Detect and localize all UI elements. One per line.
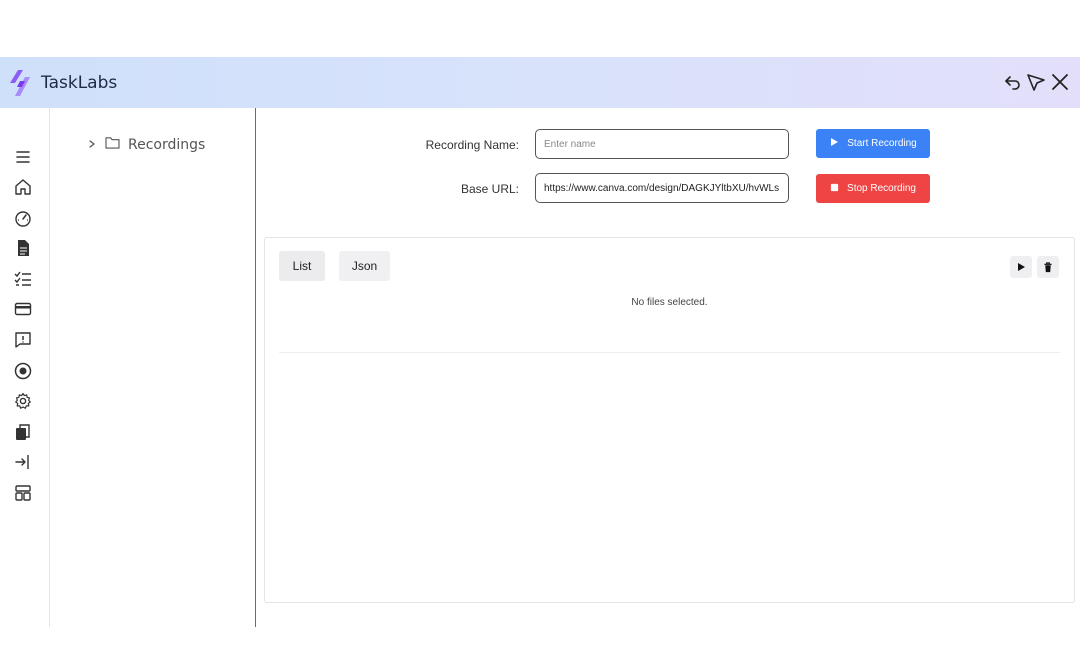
- recording-name-label: Recording Name:: [425, 138, 519, 152]
- card-icon[interactable]: [14, 300, 34, 320]
- dashboard-gauge-icon[interactable]: [14, 209, 34, 229]
- stop-icon: [830, 183, 839, 195]
- start-recording-button[interactable]: Start Recording: [816, 129, 930, 158]
- tab-list[interactable]: List: [279, 251, 325, 281]
- undo-icon[interactable]: [1003, 72, 1023, 92]
- home-icon[interactable]: [14, 178, 34, 198]
- copy-icon[interactable]: [14, 423, 34, 443]
- app-title: TaskLabs: [41, 73, 118, 93]
- stop-recording-button[interactable]: Stop Recording: [816, 174, 930, 203]
- folder-icon: [105, 136, 120, 154]
- base-url-input[interactable]: [535, 173, 789, 203]
- main-content: Recording Name: Start Recording Base URL…: [257, 108, 1080, 627]
- feedback-icon[interactable]: [14, 331, 34, 351]
- tab-json[interactable]: Json: [339, 251, 390, 281]
- chevron-right-icon: [87, 136, 97, 154]
- tree-item-recordings[interactable]: Recordings: [87, 135, 205, 155]
- panel-divider: [279, 352, 1060, 353]
- start-recording-label: Start Recording: [847, 138, 917, 149]
- checklist-icon[interactable]: [14, 270, 34, 290]
- play-icon: [829, 137, 839, 150]
- settings-icon[interactable]: [14, 392, 34, 412]
- app-window: TaskLabs Recordings Recording Name: Ente…: [0, 57, 1080, 627]
- tasklabs-logo-icon: [9, 69, 33, 97]
- trash-icon: [1044, 261, 1052, 272]
- delete-button[interactable]: [1037, 256, 1059, 278]
- layout-icon[interactable]: [14, 484, 34, 504]
- play-button[interactable]: [1010, 256, 1032, 278]
- file-tree-panel: Recordings: [51, 108, 256, 627]
- document-icon[interactable]: [14, 239, 34, 259]
- icon-sidebar: [0, 108, 50, 627]
- record-icon[interactable]: [14, 362, 34, 382]
- play-icon: [1018, 263, 1025, 271]
- recording-name-input[interactable]: [535, 129, 789, 159]
- menu-icon[interactable]: [14, 148, 34, 168]
- tree-item-label: Recordings: [128, 137, 206, 153]
- title-bar: TaskLabs: [0, 57, 1080, 108]
- cursor-icon[interactable]: [1026, 72, 1046, 92]
- close-icon[interactable]: [1050, 72, 1070, 92]
- empty-state-message: No files selected.: [631, 297, 708, 308]
- login-icon[interactable]: [14, 453, 34, 473]
- files-panel: List Json No files selected.: [264, 237, 1075, 603]
- base-url-label: Base URL:: [460, 182, 519, 196]
- stop-recording-label: Stop Recording: [847, 183, 916, 194]
